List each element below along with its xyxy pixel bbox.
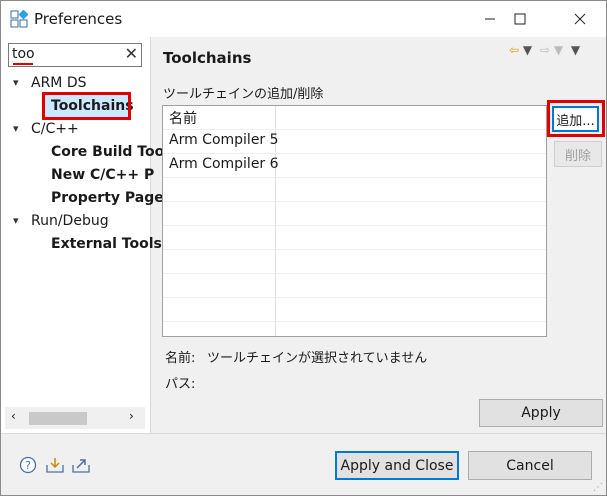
delete-toolchain-button[interactable]: 削除 (554, 141, 602, 167)
table-row-empty (163, 298, 546, 322)
table-row-empty (163, 178, 546, 202)
help-icon[interactable]: ? (19, 456, 39, 474)
annotation-box-add (547, 100, 605, 137)
title-bar: Preferences (1, 1, 606, 37)
expand-arrow-icon[interactable]: ▾ (13, 122, 19, 135)
expand-arrow-icon[interactable]: ▾ (13, 214, 19, 227)
apply-and-close-button[interactable]: Apply and Close (335, 451, 459, 480)
table-row-empty (163, 202, 546, 226)
table-cell-name[interactable]: Arm Compiler 6 (169, 156, 279, 172)
filter-input-value[interactable]: too (12, 46, 35, 62)
annotation-box-toolchains (42, 92, 131, 120)
back-dropdown-icon[interactable]: ▼ (523, 43, 532, 57)
filter-input[interactable]: too ✕ (8, 43, 142, 67)
table-row-empty (163, 226, 546, 250)
history-navigation: ⇦ ▼ ⇨ ▼ ▼ (509, 43, 580, 57)
back-arrow-icon[interactable]: ⇦ (509, 43, 519, 57)
minimize-icon (485, 18, 495, 20)
scroll-right-icon[interactable]: › (129, 409, 134, 423)
tree-item-c-cpp[interactable]: C/C++ (31, 118, 79, 140)
tree-item-core-build-toolchains[interactable]: Core Build Too (51, 141, 164, 163)
page-title: Toolchains (163, 49, 252, 67)
tree-item-external-tools[interactable]: External Tools (51, 233, 162, 255)
scroll-left-icon[interactable]: ‹ (11, 409, 16, 423)
tree-item-new-cpp-project[interactable]: New C/C++ P (51, 164, 154, 186)
window-title: Preferences (34, 10, 123, 28)
import-icon[interactable] (45, 456, 65, 474)
maximize-icon (514, 13, 526, 25)
scrollbar-thumb[interactable] (29, 412, 87, 425)
spellcheck-underline (13, 63, 33, 65)
clear-filter-icon[interactable]: ✕ (125, 44, 138, 63)
footer-divider (1, 433, 606, 434)
export-icon[interactable] (71, 456, 91, 474)
table-cell-name[interactable]: Arm Compiler 5 (169, 132, 279, 148)
view-menu-icon[interactable]: ▼ (571, 43, 580, 57)
toolchains-table[interactable]: 名前 Arm Compiler 5 Arm Compiler 6 (162, 105, 547, 337)
table-row[interactable]: Arm Compiler 6 (163, 154, 546, 178)
table-header-row: 名前 (163, 106, 546, 130)
forward-arrow-icon[interactable]: ⇨ (540, 43, 550, 57)
expand-arrow-icon[interactable]: ▾ (13, 76, 19, 89)
apply-button[interactable]: Apply (479, 399, 603, 427)
table-row-empty (163, 274, 546, 298)
close-icon (574, 13, 586, 25)
toolchains-section-label: ツールチェインの追加/削除 (163, 87, 324, 102)
name-label: 名前: (165, 351, 196, 366)
preferences-app-icon (10, 10, 28, 28)
svg-text:?: ? (25, 459, 31, 472)
tree-item-property-pages[interactable]: Property Page (51, 187, 164, 209)
name-value: ツールチェインが選択されていません (207, 351, 428, 366)
horizontal-scrollbar[interactable]: ‹ › (5, 407, 145, 429)
close-button[interactable] (557, 1, 603, 37)
path-label: パス: (165, 377, 196, 392)
tree-item-run-debug[interactable]: Run/Debug (31, 210, 109, 232)
tree-item-arm-ds[interactable]: ARM DS (31, 72, 87, 94)
preferences-window: Preferences too ✕ ▾ ARM DS Toolchains ▾ … (0, 0, 607, 496)
forward-dropdown-icon[interactable]: ▼ (554, 43, 563, 57)
table-header-name: 名前 (169, 111, 197, 127)
table-row[interactable]: Arm Compiler 5 (163, 130, 546, 154)
preference-tree-panel: too ✕ ▾ ARM DS Toolchains ▾ C/C++ Core B… (1, 37, 164, 433)
maximize-button[interactable] (497, 1, 543, 37)
cancel-button[interactable]: Cancel (468, 451, 592, 480)
table-row-empty (163, 250, 546, 274)
resize-grip-icon[interactable]: ⋰ (593, 482, 603, 493)
